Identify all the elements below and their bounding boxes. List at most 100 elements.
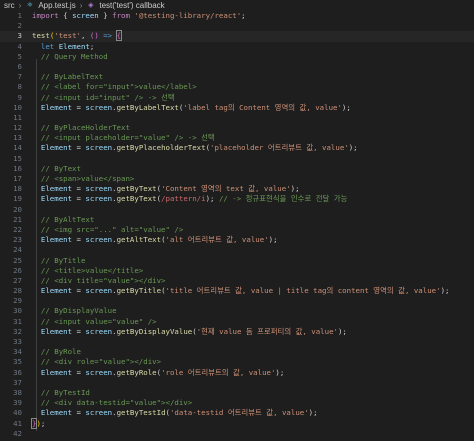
code-line[interactable]: 34 // ByRole [0,347,474,357]
code-line[interactable]: 3 test('test', () => { [0,30,474,42]
code-line[interactable]: 7 // ByLabelText [0,72,474,82]
line-number: 39 [13,398,22,408]
code-line[interactable]: 10 Element = screen.getByLabelText('labe… [0,103,474,113]
line-number: 1 [17,11,22,20]
code-token: 'Content 영역의 text 값, value' [161,184,291,194]
code-token: , [80,31,90,41]
code-token: screen [72,11,99,20]
line-number: 30 [13,306,22,316]
code-token: = [72,194,86,204]
code-line[interactable]: 24 [0,245,474,255]
code-text: // <div role="value"></div> [32,357,161,367]
code-line[interactable]: 13 // <input placeholder="value" /> -> 선… [0,133,474,143]
chevron-right-icon: › [18,1,22,10]
chevron-right-icon: › [79,1,83,10]
line-number: 31 [13,316,22,326]
line-number: 24 [13,245,22,255]
code-line[interactable]: 23 Element = screen.getAltText('alt 어트리뷰… [0,235,474,245]
code-text: Element = screen.getByText(/pattern/i); … [32,194,347,204]
code-token: screen [85,194,113,204]
code-token: 'label tag의 Content 영역의 값, value' [183,102,342,112]
code-token: // ByTitle [40,255,86,265]
code-line[interactable]: 32 Element = screen.getByDisplayValue('현… [0,327,474,337]
code-token: screen [85,143,113,153]
code-token: // -> 정규표현식을 인수로 전달 가능 [218,194,348,204]
line-number: 33 [13,337,22,346]
code-text: Element = screen.getByTitle('title 어트리뷰트… [32,286,450,296]
code-line[interactable]: 40 Element = screen.getByTestId('data-te… [0,408,474,418]
code-token: = [72,408,86,418]
code-line[interactable]: 31 // <input value="value" /> [0,317,474,327]
code-line[interactable]: 1 import { screen } from '@testing-librar… [0,11,474,21]
code-line[interactable]: 22 // <img src="..." alt="value" /> [0,225,474,235]
code-token: 'data-testid 어트리뷰트 값, value' [169,408,309,418]
code-text: // <img src="..." alt="value" /> [32,225,183,235]
code-line[interactable]: 41}); [0,417,474,429]
code-token: // ByRole [40,347,81,357]
code-line[interactable]: 25 // ByTitle [0,256,474,266]
code-token: getAltText [116,235,162,245]
line-number: 9 [17,92,22,102]
code-line[interactable]: 28 Element = screen.getByTitle('title 어트… [0,286,474,296]
code-line[interactable]: 11 [0,113,474,123]
code-token: import [32,11,64,20]
line-number: 5 [17,51,22,61]
code-line[interactable]: 12 // ByPlaceHolderText [0,123,474,133]
code-token: // <label for="input">value</label> [40,82,197,92]
code-token: // <input id="input" /> -> 선택 [40,92,175,102]
code-line[interactable]: 19 Element = screen.getByText(/pattern/i… [0,194,474,204]
code-editor[interactable]: 1 import { screen } from '@testing-librar… [0,11,474,441]
code-token: // ByLabelText [40,72,104,82]
line-number: 27 [13,275,22,285]
code-line[interactable]: 39 // <div data-testid="value"></div> [0,398,474,408]
code-token: ); [268,235,278,245]
code-line[interactable]: 33 [0,337,474,347]
code-line[interactable]: 20 [0,205,474,215]
line-number: 29 [13,296,22,306]
code-line[interactable]: 5 // Query Method [0,52,474,62]
code-line[interactable]: 2 [0,21,474,31]
code-line[interactable]: 8 // <label for="input">value</label> [0,82,474,92]
code-line[interactable]: 42 [0,429,474,439]
code-token: ); [308,408,318,418]
code-line[interactable]: 21 // ByAltText [0,215,474,225]
breadcrumb-symbol[interactable]: test('test') callback [99,0,164,11]
code-line[interactable]: 26 // <title>value</title> [0,266,474,276]
code-line[interactable]: 38 // ByTestId [0,388,474,398]
code-line[interactable]: 30 // ByDisplayValue [0,306,474,316]
code-line[interactable]: 9 // <input id="input" /> -> 선택 [0,93,474,103]
code-line[interactable]: 37 [0,378,474,388]
code-line[interactable]: 6 [0,62,474,72]
code-token: = [72,143,86,153]
code-token: 'role 어트리뷰트의 값, value' [161,367,276,377]
code-line[interactable]: 27 // <div title="value"></div> [0,276,474,286]
code-line[interactable]: 36 Element = screen.getByRole('role 어트리뷰… [0,368,474,378]
code-line[interactable]: 29 [0,296,474,306]
code-token: getByText [116,184,157,194]
code-line[interactable]: 14 Element = screen.getByPlaceholderText… [0,143,474,153]
code-line[interactable]: 16 // ByText [0,164,474,174]
code-token: getByPlaceholderText [116,143,206,153]
code-line[interactable]: 4 let Element; [0,42,474,52]
line-number: 42 [13,428,22,438]
breadcrumb-folder[interactable]: src [4,0,15,11]
code-token: = [72,235,86,245]
code-text: Element = screen.getByDisplayValue('현재 v… [32,327,347,337]
breadcrumb-file[interactable]: App.test.js [38,0,75,11]
code-text: test('test', () => { [32,30,123,42]
code-line[interactable]: 35 // <div role="value"></div> [0,357,474,367]
code-token: getByDisplayValue [116,326,193,336]
code-line[interactable]: 15 [0,154,474,164]
code-line[interactable]: 18 Element = screen.getByText('Content 영… [0,184,474,194]
code-line[interactable]: 17 // <span>value</span> [0,174,474,184]
